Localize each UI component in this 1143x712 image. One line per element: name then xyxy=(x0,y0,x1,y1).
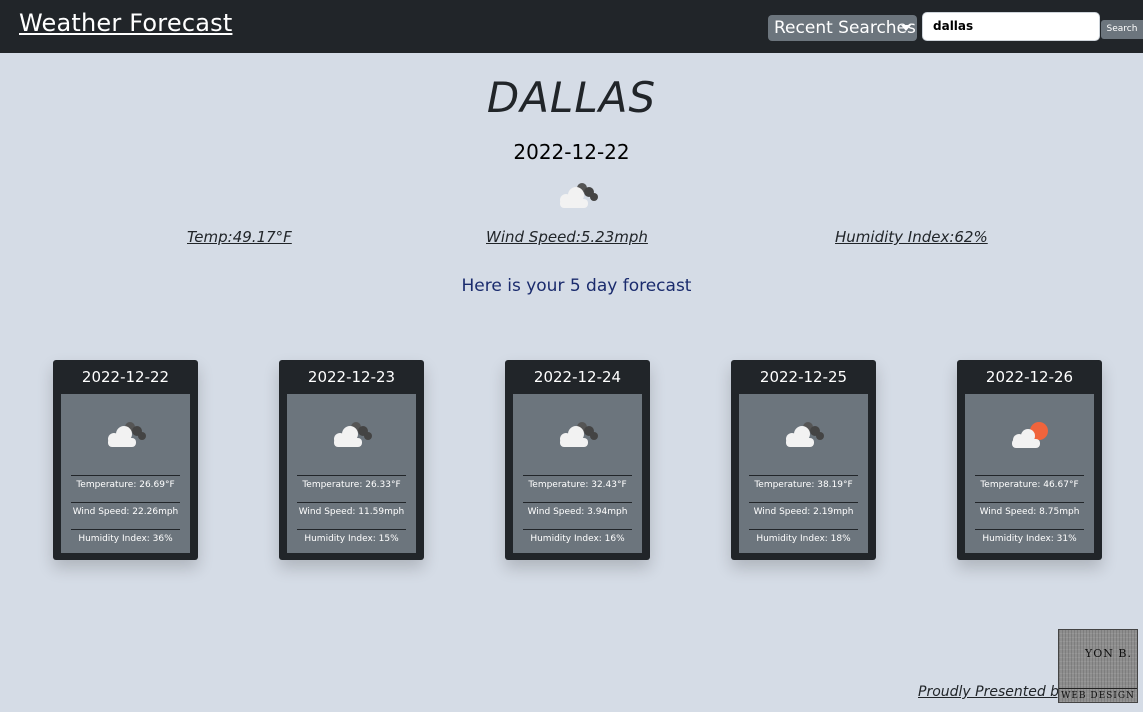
current-wind: Wind Speed:5.23mph xyxy=(486,228,648,246)
forecast-wind: Wind Speed: 2.19mph xyxy=(749,502,858,517)
forecast-card-body: Temperature: 38.19°F Wind Speed: 2.19mph… xyxy=(739,394,868,553)
partly-cloudy-sun-icon xyxy=(1012,422,1048,448)
brand-link[interactable]: Weather Forecast xyxy=(19,9,232,37)
cloudy-icon xyxy=(786,422,824,447)
forecast-date: 2022-12-25 xyxy=(759,368,848,386)
current-date: 2022-12-22 xyxy=(513,140,630,164)
current-humidity: Humidity Index:62% xyxy=(835,228,988,246)
search-input[interactable]: dallas xyxy=(922,12,1100,41)
forecast-date: 2022-12-26 xyxy=(985,368,1074,386)
chevron-down-icon xyxy=(901,25,911,31)
forecast-date: 2022-12-22 xyxy=(81,368,170,386)
forecast-temp: Temperature: 46.67°F xyxy=(975,475,1084,490)
forecast-card-body: Temperature: 26.69°F Wind Speed: 22.26mp… xyxy=(61,394,190,553)
forecast-tagline: Here is your 5 day forecast xyxy=(461,276,692,296)
forecast-humidity: Humidity Index: 36% xyxy=(71,529,180,544)
forecast-card: 2022-12-25 Temperature: 38.19°F Wind Spe… xyxy=(731,360,876,560)
cloudy-icon xyxy=(334,422,372,447)
cloudy-icon xyxy=(560,422,598,447)
cloudy-icon xyxy=(560,183,598,208)
forecast-temp: Temperature: 26.69°F xyxy=(71,475,180,490)
recent-searches-label: Recent Searches xyxy=(774,18,916,38)
forecast-card: 2022-12-26 Temperature: 46.67°F Wind Spe… xyxy=(957,360,1102,560)
forecast-card: 2022-12-24 Temperature: 32.43°F Wind Spe… xyxy=(505,360,650,560)
forecast-date: 2022-12-24 xyxy=(533,368,622,386)
forecast-humidity: Humidity Index: 31% xyxy=(975,529,1084,544)
yon-b-logo[interactable]: YON B. WEB DESIGN xyxy=(1058,629,1138,703)
forecast-wind: Wind Speed: 11.59mph xyxy=(297,502,406,517)
forecast-card-body: Temperature: 32.43°F Wind Speed: 3.94mph… xyxy=(513,394,642,553)
search-button[interactable]: Search xyxy=(1101,20,1143,39)
navbar: Weather Forecast Recent Searches dallas … xyxy=(0,0,1143,53)
forecast-card-body: Temperature: 46.67°F Wind Speed: 8.75mph… xyxy=(965,394,1094,553)
logo-bottom-text: WEB DESIGN xyxy=(1059,688,1137,701)
cloudy-icon xyxy=(108,422,146,447)
forecast-temp: Temperature: 32.43°F xyxy=(523,475,632,490)
city-title: DALLAS xyxy=(486,73,657,122)
forecast-humidity: Humidity Index: 18% xyxy=(749,529,858,544)
forecast-date: 2022-12-23 xyxy=(307,368,396,386)
recent-searches-dropdown[interactable]: Recent Searches xyxy=(768,15,917,41)
forecast-humidity: Humidity Index: 15% xyxy=(297,529,406,544)
logo-top-text: YON B. xyxy=(1085,647,1132,660)
forecast-card-body: Temperature: 26.33°F Wind Speed: 11.59mp… xyxy=(287,394,416,553)
forecast-temp: Temperature: 38.19°F xyxy=(749,475,858,490)
forecast-card: 2022-12-22 Temperature: 26.69°F Wind Spe… xyxy=(53,360,198,560)
forecast-wind: Wind Speed: 8.75mph xyxy=(975,502,1084,517)
forecast-card: 2022-12-23 Temperature: 26.33°F Wind Spe… xyxy=(279,360,424,560)
forecast-wind: Wind Speed: 3.94mph xyxy=(523,502,632,517)
forecast-wind: Wind Speed: 22.26mph xyxy=(71,502,180,517)
current-temp: Temp:49.17°F xyxy=(187,228,292,246)
forecast-temp: Temperature: 26.33°F xyxy=(297,475,406,490)
footer-credit-link[interactable]: Proudly Presented by xyxy=(918,684,1067,700)
forecast-humidity: Humidity Index: 16% xyxy=(523,529,632,544)
